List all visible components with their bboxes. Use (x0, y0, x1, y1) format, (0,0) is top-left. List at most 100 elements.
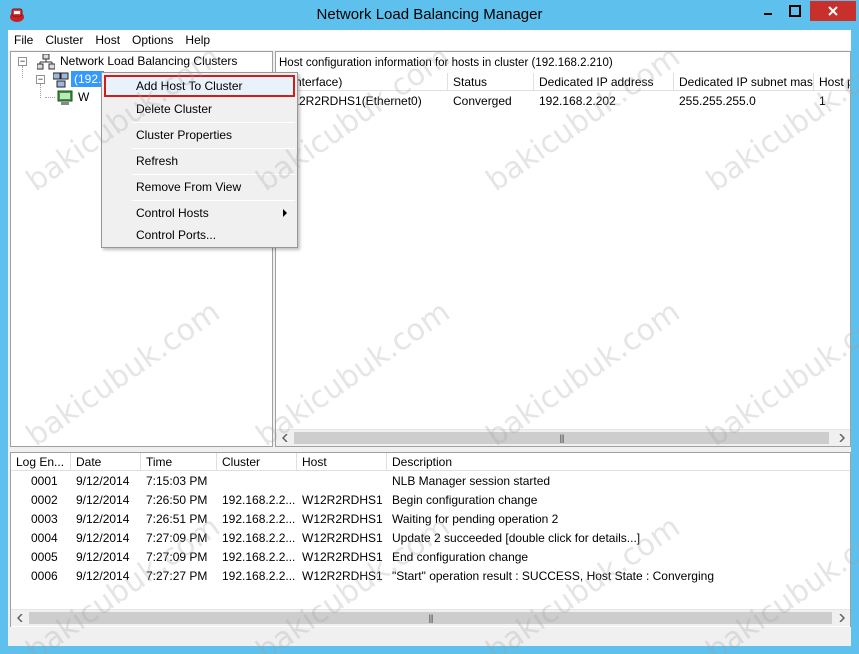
column-header-interface[interactable]: t (Interface) (276, 73, 448, 91)
cluster-icon (52, 72, 69, 91)
table-row[interactable]: 0002 9/12/2014 7:26:50 PM 192.168.2.2...… (11, 491, 850, 510)
cell-log-entry: 0003 (31, 512, 58, 526)
menu-help[interactable]: Help (179, 30, 216, 50)
maximize-icon (789, 5, 801, 17)
status-bar (8, 627, 851, 646)
close-button[interactable] (810, 1, 856, 21)
cell-description: End configuration change (392, 550, 529, 564)
menu-host[interactable]: Host (89, 30, 126, 50)
log-pane[interactable]: Log En... Date Time Cluster Host Descrip… (10, 452, 851, 646)
cell-cluster: 192.168.2.2... (222, 531, 296, 545)
details-caption: Host configuration information for hosts… (279, 57, 613, 69)
maximize-button[interactable] (782, 1, 808, 21)
cell-cluster: 192.168.2.2... (222, 569, 296, 583)
table-row[interactable]: W12R2RDHS1(Ethernet0) Converged 192.168.… (276, 92, 850, 110)
scroll-right-button[interactable] (833, 610, 850, 626)
column-header-cluster[interactable]: Cluster (217, 453, 297, 471)
cell-date: 9/12/2014 (76, 493, 130, 507)
tree-connector (45, 97, 55, 98)
minimize-button[interactable] (755, 1, 781, 21)
cell-host (297, 472, 387, 490)
scroll-thumb[interactable]: ||| (294, 432, 829, 444)
table-row[interactable]: 0001 9/12/2014 7:15:03 PM NLB Manager se… (11, 472, 850, 491)
close-icon (828, 6, 838, 16)
cell-dedicated-ip: 192.168.2.202 (539, 94, 616, 108)
tree-root-label: Network Load Balancing Clusters (60, 54, 238, 68)
scroll-right-button[interactable] (833, 430, 850, 446)
window-title: Network Load Balancing Manager (316, 6, 543, 23)
log-horizontal-scrollbar[interactable]: ||| (11, 609, 850, 626)
menu-control-ports[interactable]: Control Ports... (104, 224, 295, 246)
column-header-dedicated-ip[interactable]: Dedicated IP address (534, 73, 674, 91)
menu-control-hosts[interactable]: Control Hosts (104, 202, 295, 224)
network-clusters-icon (36, 53, 56, 73)
tree-connector (40, 84, 41, 98)
collapse-icon[interactable]: − (18, 57, 27, 66)
table-row[interactable]: 0005 9/12/2014 7:27:09 PM 192.168.2.2...… (11, 548, 850, 567)
cell-date: 9/12/2014 (76, 512, 130, 526)
column-header-host-priority[interactable]: Host p (814, 73, 850, 91)
chevron-right-icon (838, 434, 845, 442)
menu-separator (132, 148, 295, 149)
cell-log-entry: 0004 (31, 531, 58, 545)
cell-host: W12R2RDHS1 (302, 531, 383, 545)
menu-add-host-to-cluster[interactable]: Add Host To Cluster (104, 75, 295, 97)
table-row[interactable]: 0004 9/12/2014 7:27:09 PM 192.168.2.2...… (11, 529, 850, 548)
cell-log-entry: 0005 (31, 550, 58, 564)
details-horizontal-scrollbar[interactable]: ||| (276, 429, 850, 446)
cell-cluster: 192.168.2.2... (222, 493, 296, 507)
cell-cluster (217, 472, 297, 490)
cell-log-entry: 0006 (31, 569, 58, 583)
chevron-left-icon (281, 434, 288, 442)
chevron-right-icon (838, 614, 845, 622)
cell-description: "Start" operation result : SUCCESS, Host… (392, 569, 714, 583)
menu-cluster-properties[interactable]: Cluster Properties (104, 124, 295, 146)
menu-bar: File Cluster Host Options Help (8, 30, 851, 50)
cell-description: Begin configuration change (392, 493, 538, 507)
cell-time: 7:26:51 PM (146, 512, 208, 526)
cell-date: 9/12/2014 (76, 531, 130, 545)
menu-options[interactable]: Options (126, 30, 179, 50)
scroll-left-button[interactable] (11, 610, 28, 626)
scroll-thumb[interactable]: ||| (29, 612, 832, 624)
cell-host: W12R2RDHS1 (302, 493, 383, 507)
menu-file[interactable]: File (8, 30, 39, 50)
scroll-left-button[interactable] (276, 430, 293, 446)
cell-time: 7:26:50 PM (146, 493, 208, 507)
table-row[interactable]: 0003 9/12/2014 7:26:51 PM 192.168.2.2...… (11, 510, 850, 529)
title-bar[interactable]: Network Load Balancing Manager (0, 0, 859, 30)
table-row[interactable]: 0006 9/12/2014 7:27:27 PM 192.168.2.2...… (11, 567, 850, 586)
tree-connector (22, 66, 23, 78)
column-header-host[interactable]: Host (297, 453, 387, 471)
submenu-arrow-icon (283, 209, 287, 217)
menu-refresh[interactable]: Refresh (104, 150, 295, 172)
host-details-pane[interactable]: Host configuration information for hosts… (275, 51, 851, 447)
column-header-subnet-mask[interactable]: Dedicated IP subnet mask (674, 73, 814, 91)
cell-time: 7:27:09 PM (146, 531, 208, 545)
log-column-headers: Log En... Date Time Cluster Host Descrip… (11, 453, 850, 471)
tree-cluster-label: (192. (71, 71, 105, 87)
menu-separator (132, 200, 295, 201)
cell-date: 9/12/2014 (76, 550, 130, 564)
column-header-time[interactable]: Time (141, 453, 217, 471)
chevron-left-icon (16, 614, 23, 622)
grip-icon: ||| (559, 433, 564, 443)
cell-log-entry: 0002 (31, 493, 58, 507)
cell-cluster: 192.168.2.2... (222, 550, 296, 564)
column-header-description[interactable]: Description (387, 453, 850, 471)
column-header-log-entry[interactable]: Log En... (11, 453, 71, 471)
cell-interface: W12R2RDHS1(Ethernet0) (281, 94, 422, 108)
column-header-status[interactable]: Status (448, 73, 534, 91)
menu-separator (132, 174, 295, 175)
menu-delete-cluster[interactable]: Delete Cluster (104, 98, 295, 120)
host-computer-icon (57, 90, 73, 109)
collapse-icon[interactable]: − (36, 75, 45, 84)
cell-log-entry: 0001 (31, 474, 58, 488)
menu-cluster[interactable]: Cluster (39, 30, 89, 50)
menu-separator (132, 122, 295, 123)
column-header-date[interactable]: Date (71, 453, 141, 471)
menu-remove-from-view[interactable]: Remove From View (104, 176, 295, 198)
cell-date: 9/12/2014 (76, 569, 130, 583)
cell-description: NLB Manager session started (392, 474, 551, 488)
details-column-headers: t (Interface) Status Dedicated IP addres… (276, 73, 850, 91)
